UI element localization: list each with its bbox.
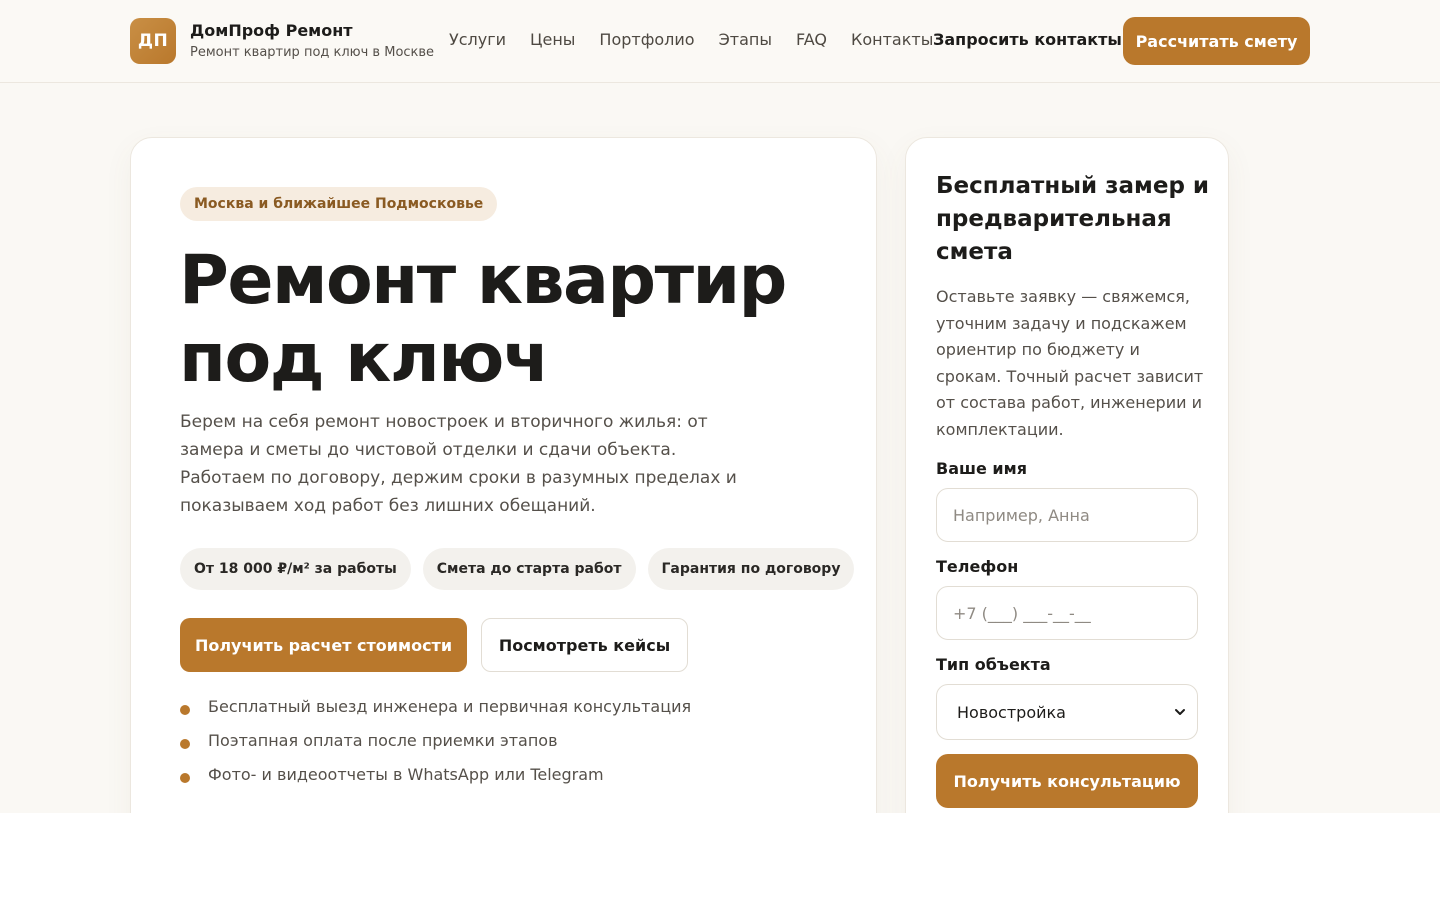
main-nav: Услуги Цены Портфолио Этапы FAQ Контакты	[449, 30, 933, 49]
feature-chips: От 18 000 ₽/м² за работы Смета до старта…	[180, 548, 855, 590]
name-input[interactable]	[936, 488, 1198, 542]
object-type-value: Новостройка	[957, 702, 1066, 722]
nav-item-portfolio[interactable]: Портфолио	[599, 30, 694, 49]
calculate-estimate-button[interactable]: Рассчитать смету	[1123, 17, 1310, 65]
site-header: ДП ДомПроф Ремонт Ремонт квартир под клю…	[0, 0, 1440, 83]
form-title: Бесплатный замер и предварительная смета	[936, 173, 1210, 265]
request-contacts-link[interactable]: Запросить контакты	[933, 30, 1122, 49]
phone-label: Телефон	[936, 557, 1019, 576]
brand-subtitle: Ремонт квартир под ключ в Москве	[190, 45, 435, 60]
hero-lead: Берем на себя ремонт новостроек и вторич…	[180, 412, 737, 516]
nav-item-services[interactable]: Услуги	[449, 30, 506, 49]
brand-name[interactable]: ДомПроф Ремонт	[190, 21, 353, 40]
get-price-button[interactable]: Получить расчет стоимости	[180, 618, 467, 672]
chip-warranty: Гарантия по договору	[647, 548, 855, 590]
benefits-list: Бесплатный выезд инженера и первичная ко…	[180, 695, 691, 797]
hero-title-line-2: под ключ	[179, 319, 550, 398]
bullet-dot-icon	[180, 773, 190, 783]
region-tag: Москва и ближайшее Подмосковье	[180, 187, 498, 221]
list-item: Бесплатный выезд инженера и первичная ко…	[180, 695, 691, 729]
get-consultation-button[interactable]: Получить консультацию	[936, 754, 1198, 808]
list-item-text: Поэтапная оплата после приемки этапов	[208, 731, 558, 750]
nav-item-contacts[interactable]: Контакты	[851, 30, 933, 49]
chip-estimate: Смета до старта работ	[422, 548, 636, 590]
nav-item-stages[interactable]: Этапы	[719, 30, 772, 49]
nav-item-prices[interactable]: Цены	[530, 30, 575, 49]
form-description: Оставьте заявку — свяжемся, уточним зада…	[936, 287, 1204, 439]
list-item-text: Бесплатный выезд инженера и первичная ко…	[208, 697, 692, 716]
page: ДП ДомПроф Ремонт Ремонт квартир под клю…	[0, 0, 1440, 813]
phone-input[interactable]	[936, 586, 1198, 640]
object-type-select[interactable]: Новостройка	[936, 684, 1198, 740]
list-item-text: Фото- и видеоотчеты в WhatsApp или Teleg…	[208, 765, 604, 784]
name-label: Ваше имя	[936, 459, 1027, 478]
request-form-card: Бесплатный замер и предварительная смета…	[905, 137, 1229, 813]
brand-logo[interactable]: ДП	[130, 18, 176, 64]
hero-title: Ремонт квартир под ключ	[179, 242, 859, 398]
chip-price: От 18 000 ₽/м² за работы	[180, 548, 411, 590]
chevron-down-icon	[1175, 709, 1185, 715]
list-item: Поэтапная оплата после приемки этапов	[180, 729, 691, 763]
bullet-dot-icon	[180, 739, 190, 749]
view-cases-button[interactable]: Посмотреть кейсы	[481, 618, 688, 672]
bullet-dot-icon	[180, 705, 190, 715]
hero-title-line-1: Ремонт квартир	[179, 241, 787, 320]
hero-card: Москва и ближайшее Подмосковье Ремонт кв…	[130, 137, 877, 813]
list-item: Фото- и видеоотчеты в WhatsApp или Teleg…	[180, 763, 691, 797]
object-type-label: Тип объекта	[936, 655, 1051, 674]
nav-item-faq[interactable]: FAQ	[796, 30, 827, 49]
